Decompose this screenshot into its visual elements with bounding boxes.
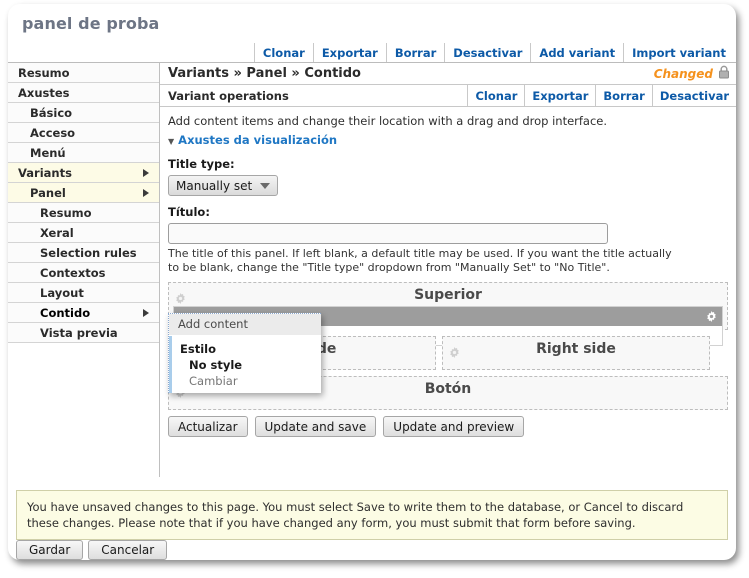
top-link-import-variant[interactable]: Import variant <box>623 43 736 62</box>
sidebar-item-label: Variants <box>18 166 72 180</box>
title-type-value: Manually set <box>176 179 252 193</box>
region-title: Right side <box>443 337 709 360</box>
top-link-borrar[interactable]: Borrar <box>386 43 444 62</box>
sidebar-item-label: Vista previa <box>40 326 118 340</box>
top-link-exportar[interactable]: Exportar <box>313 43 386 62</box>
form-pane: Add content items and change their locat… <box>160 107 736 437</box>
title-description: The title of this panel. If left blank, … <box>168 247 683 275</box>
gear-icon[interactable] <box>706 307 717 326</box>
sidebar-item-contextos[interactable]: Contextos <box>8 263 159 283</box>
top-action-links: ClonarExportarBorrarDesactivarAdd varian… <box>8 43 736 63</box>
sidebar-item-layout[interactable]: Layout <box>8 283 159 303</box>
modal-window: panel de proba ClonarExportarBorrarDesac… <box>8 4 736 560</box>
sidebar-item-label: Básico <box>30 106 72 120</box>
sidebar-item-label: Contido <box>40 306 90 320</box>
sidebar-item-contido[interactable]: Contido <box>8 303 159 323</box>
breadcrumb: Variants » Panel » Contido <box>168 66 361 81</box>
window-title: panel de proba <box>22 14 159 33</box>
sidebar-item-label: Xeral <box>40 226 74 240</box>
sidebar-item-selection-rules[interactable]: Selection rules <box>8 243 159 263</box>
title-type-label: Title type: <box>168 157 728 171</box>
top-link-clonar[interactable]: Clonar <box>254 43 313 62</box>
sidebar-item-label: Menú <box>30 146 66 160</box>
chevron-right-icon <box>143 169 149 177</box>
region-title: Superior <box>169 283 727 306</box>
gear-icon[interactable] <box>175 289 186 308</box>
sidebar-item-label: Resumo <box>18 66 70 80</box>
variant-operations-label: Variant operations <box>160 85 289 106</box>
sidebar-item-acceso[interactable]: Acceso <box>8 123 159 143</box>
ops-link-desactivar[interactable]: Desactivar <box>652 85 736 106</box>
screen-root: panel de proba ClonarExportarBorrarDesac… <box>0 0 749 578</box>
region-right-side[interactable]: Right side <box>442 336 710 370</box>
footer-actions: GardarCancelar <box>16 540 167 560</box>
update-and-save-button[interactable]: Update and save <box>255 416 377 437</box>
sidebar-item-panel[interactable]: Panel <box>8 183 159 203</box>
sidebar-item-label: Resumo <box>40 206 92 220</box>
sidebar-item-resumo[interactable]: Resumo <box>8 203 159 223</box>
display-settings-disclosure[interactable]: ▼ Axustes da visualización <box>168 133 337 147</box>
lock-icon <box>718 64 730 83</box>
form-help-text: Add content items and change their locat… <box>168 114 728 129</box>
save-button[interactable]: Gardar <box>16 540 83 560</box>
title-label: Título: <box>168 205 728 219</box>
variant-operations-bar: Variant operations ClonarExportarBorrarD… <box>160 85 736 107</box>
sidebar-item-men-[interactable]: Menú <box>8 143 159 163</box>
display-settings-label: Axustes da visualización <box>178 133 337 147</box>
style-option-no-style[interactable]: No style <box>178 358 315 372</box>
status-badge: Changed <box>654 67 713 81</box>
sidebar-item-xeral[interactable]: Xeral <box>8 223 159 243</box>
variant-operations-links: ClonarExportarBorrarDesactivar <box>467 85 736 106</box>
sidebar-item-label: Acceso <box>30 126 75 140</box>
chevron-down-icon: ▼ <box>168 137 174 146</box>
top-link-add-variant[interactable]: Add variant <box>530 43 623 62</box>
sidebar-item-label: Axustes <box>18 86 70 100</box>
unsaved-changes-warning: You have unsaved changes to this page. Y… <box>16 490 728 540</box>
chevron-down-icon <box>260 183 270 189</box>
sidebar-item-variants[interactable]: Variants <box>8 163 159 183</box>
style-section: Estilo No style Cambiar <box>169 336 321 393</box>
style-option-cambiar[interactable]: Cambiar <box>178 374 315 388</box>
breadcrumb-bar: Variants » Panel » Contido Changed <box>160 63 736 85</box>
sidebar-item-b-sico[interactable]: Básico <box>8 103 159 123</box>
sidebar-nav: Resumo Axustes Básico Acceso Menú Variants Pan… <box>8 63 160 477</box>
breadcrumb-status-group: Changed <box>654 64 730 83</box>
form-action-buttons: Actualizar Update and save Update and prev… <box>168 416 728 437</box>
top-link-desactivar[interactable]: Desactivar <box>444 43 530 62</box>
ops-link-borrar[interactable]: Borrar <box>595 85 651 106</box>
title-type-select[interactable]: Manually set <box>168 175 278 196</box>
gear-icon[interactable] <box>449 343 460 362</box>
sidebar-item-resumo[interactable]: Resumo <box>8 63 159 83</box>
update-button[interactable]: Actualizar <box>168 416 248 437</box>
update-and-preview-button[interactable]: Update and preview <box>383 416 524 437</box>
main-body: Resumo Axustes Básico Acceso Menú Variants Pan… <box>8 63 736 477</box>
cancel-button[interactable]: Cancelar <box>88 540 167 560</box>
title-input[interactable] <box>168 223 608 244</box>
chevron-right-icon <box>143 189 149 197</box>
sidebar-item-label: Selection rules <box>40 246 137 260</box>
ops-link-exportar[interactable]: Exportar <box>524 85 595 106</box>
sidebar-item-label: Panel <box>30 186 66 200</box>
sidebar-item-label: Contextos <box>40 266 106 280</box>
add-content-menu-item[interactable]: Add content <box>169 314 321 336</box>
add-content-context-menu[interactable]: Add content Estilo No style Cambiar <box>168 313 321 393</box>
style-group-label: Estilo <box>178 342 315 356</box>
content-area: Variants » Panel » Contido Changed Varia… <box>160 63 736 477</box>
ops-link-clonar[interactable]: Clonar <box>467 85 524 106</box>
sidebar-item-vista-previa[interactable]: Vista previa <box>8 323 159 343</box>
sidebar-item-axustes[interactable]: Axustes <box>8 83 159 103</box>
chevron-right-icon <box>143 309 149 317</box>
sidebar-item-label: Layout <box>40 286 84 300</box>
